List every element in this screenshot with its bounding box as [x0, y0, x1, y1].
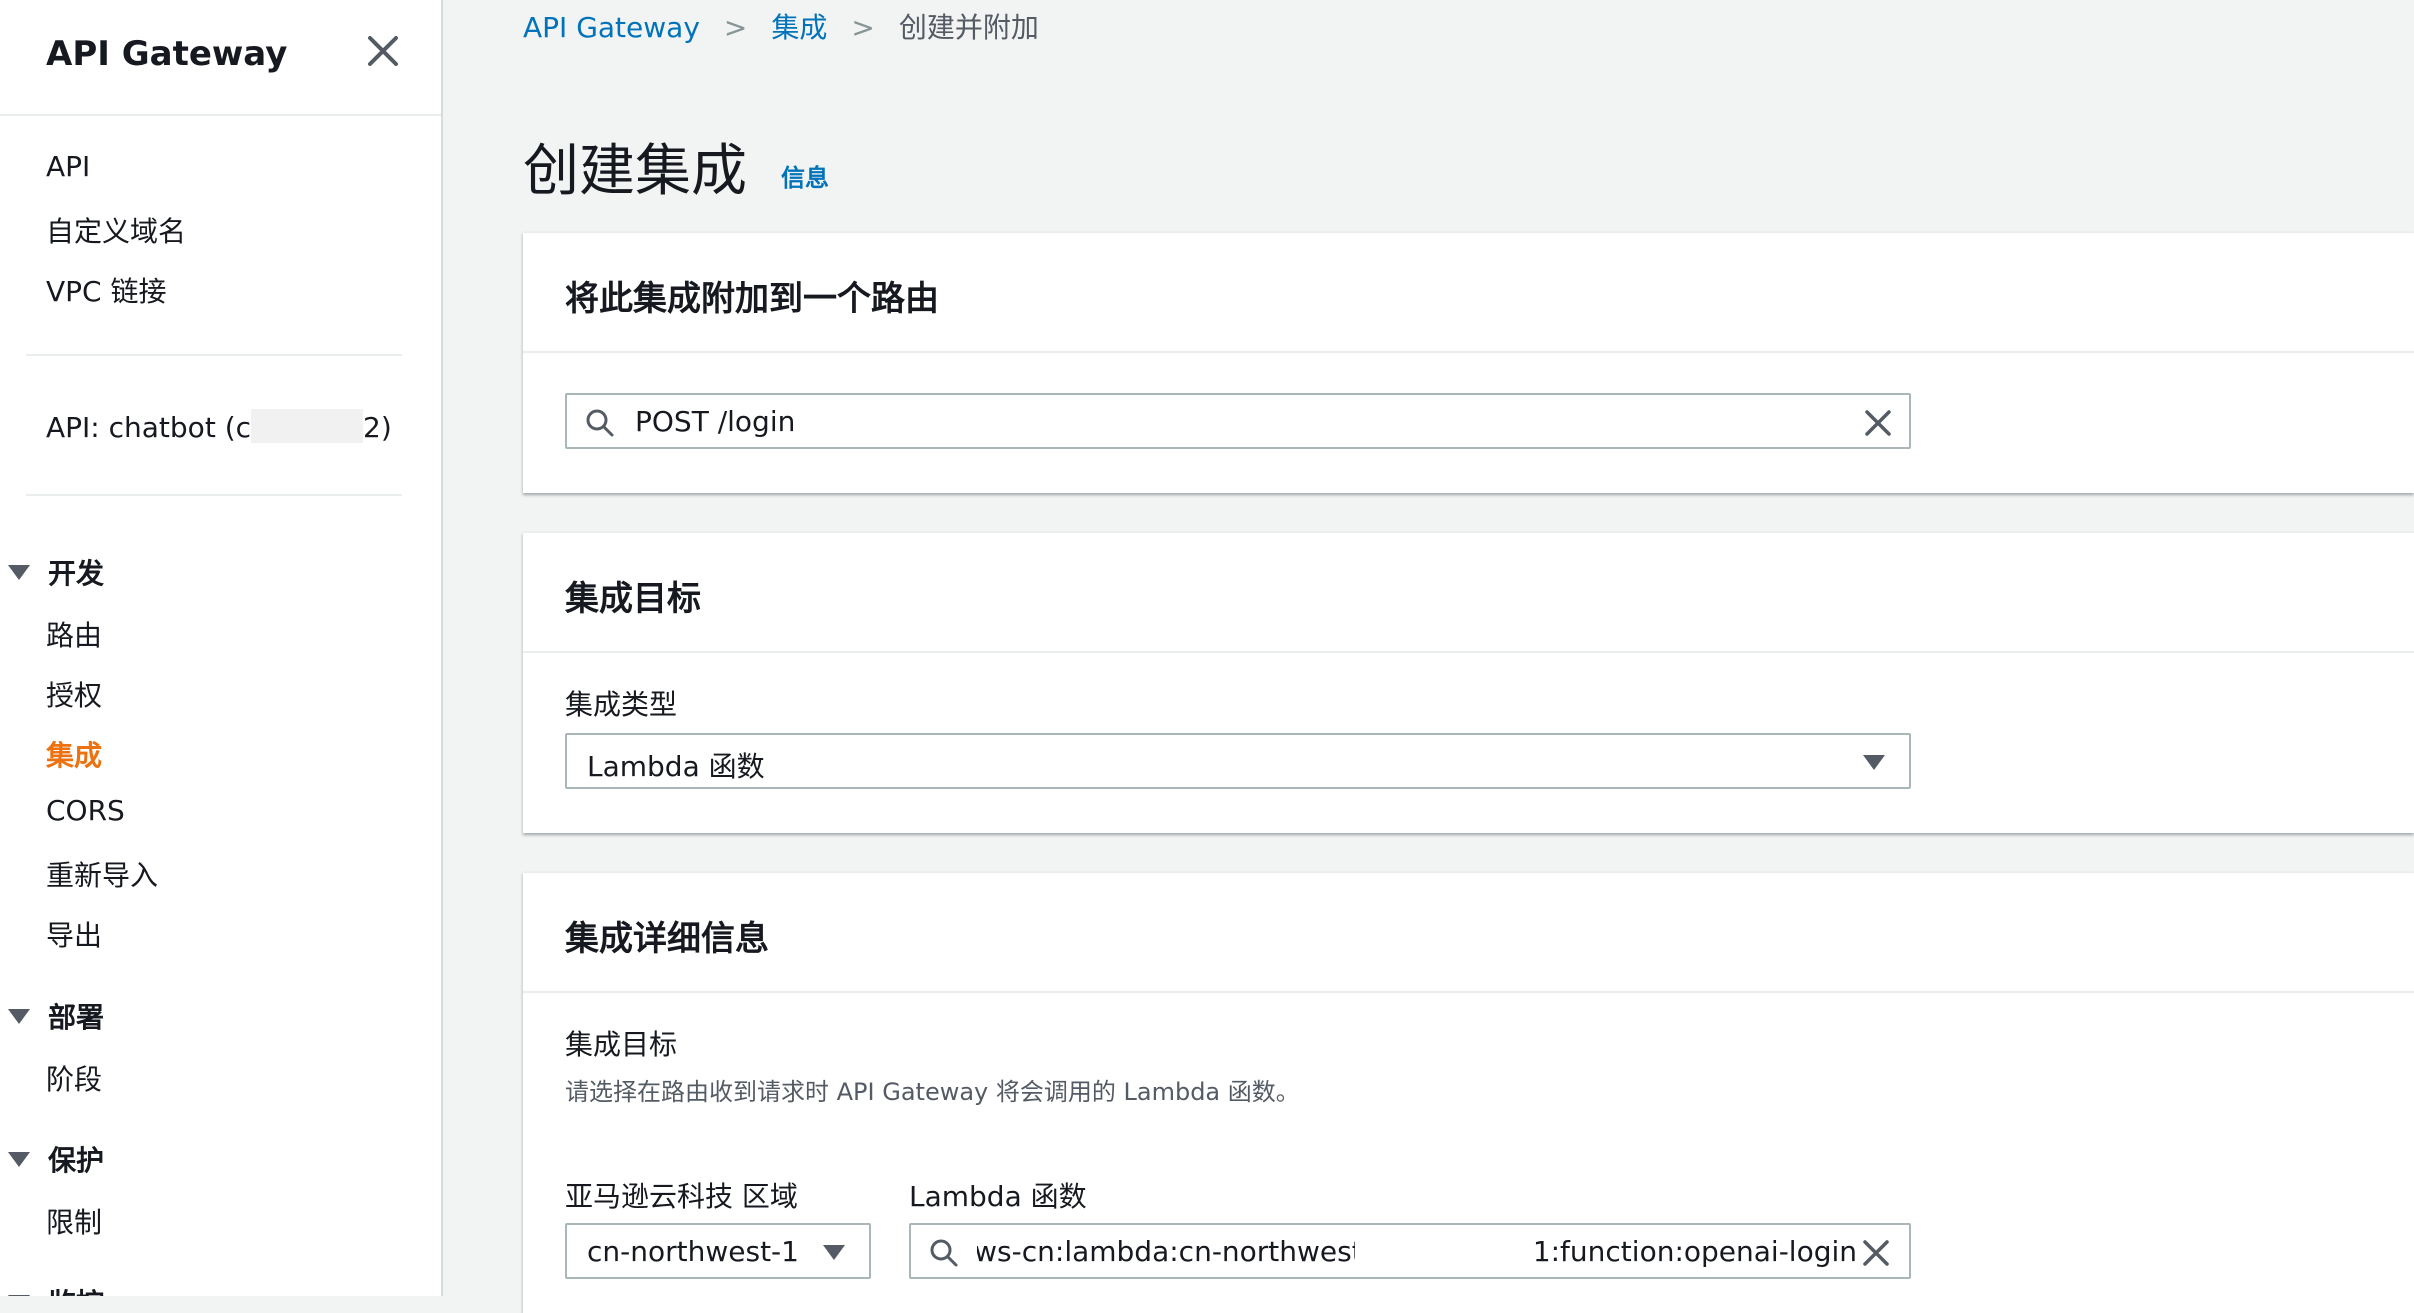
panel-title: 将此集成附加到一个路由	[565, 279, 939, 319]
api-label-suffix: 2)	[363, 411, 392, 444]
route-value: POST /login	[635, 405, 796, 438]
sidebar-title: API Gateway	[46, 34, 288, 74]
region-select[interactable]: cn-northwest-1	[565, 1223, 871, 1279]
integration-type-select[interactable]: Lambda 函数	[565, 733, 1911, 789]
panel-header: 将此集成附加到一个路由	[523, 233, 2414, 353]
breadcrumb: API Gateway > 集成 > 创建并附加	[523, 6, 1039, 46]
lambda-function-input[interactable]: aws-cn:lambda:cn-northwest-1: 1:function…	[909, 1223, 1911, 1279]
breadcrumb-integrations[interactable]: 集成	[771, 11, 827, 44]
sidebar-item-export[interactable]: 导出	[46, 914, 102, 954]
sidebar-item-throttling[interactable]: 限制	[46, 1201, 102, 1241]
redacted-block	[1355, 1229, 1555, 1273]
chevron-right-icon: >	[851, 11, 875, 44]
sidebar-item-cors[interactable]: CORS	[46, 794, 125, 827]
panel-title: 集成目标	[565, 579, 701, 619]
sidebar-section-deploy[interactable]: 部署	[8, 996, 104, 1036]
integration-target-description: 请选择在路由收到请求时 API Gateway 将会调用的 Lambda 函数。	[565, 1078, 1300, 1106]
integration-type-value: Lambda 函数	[587, 750, 765, 783]
lambda-value-viewport: aws-cn:lambda:cn-northwest-1: 1:function…	[977, 1225, 1857, 1277]
sidebar-divider	[26, 354, 402, 356]
clear-icon[interactable]	[1861, 1238, 1891, 1268]
sidebar: API Gateway API 自定义域名 VPC 链接 API: chatbo…	[0, 0, 443, 1296]
integration-target-label: 集成目标	[565, 1028, 678, 1061]
caret-down-icon	[8, 1008, 30, 1024]
info-link[interactable]: 信息	[781, 158, 829, 193]
region-value: cn-northwest-1	[587, 1235, 799, 1268]
lambda-value-suffix: 1:function:openai-login	[1532, 1235, 1857, 1268]
breadcrumb-api-gateway[interactable]: API Gateway	[523, 11, 700, 44]
search-icon	[586, 409, 614, 437]
panel-header: 集成目标	[523, 533, 2414, 653]
sidebar-item-routes[interactable]: 路由	[46, 614, 102, 654]
close-icon[interactable]	[362, 30, 404, 72]
api-label-prefix: API: chatbot (c	[46, 411, 252, 444]
breadcrumb-current: 创建并附加	[898, 11, 1039, 44]
sidebar-item-integrations[interactable]: 集成	[46, 734, 102, 774]
sidebar-section-monitor[interactable]: 监控	[8, 1282, 104, 1296]
caret-down-icon	[8, 564, 30, 580]
sidebar-item-api[interactable]: API	[46, 150, 90, 183]
lambda-function-label: Lambda 函数	[909, 1180, 1087, 1213]
sidebar-item-current-api[interactable]: API: chatbot (c 2)	[46, 409, 392, 446]
sidebar-item-vpc-link[interactable]: VPC 链接	[46, 270, 167, 310]
integration-details-panel: 集成详细信息 集成目标 请选择在路由收到请求时 API Gateway 将会调用…	[523, 872, 2414, 1313]
sidebar-item-authorization[interactable]: 授权	[46, 674, 102, 714]
region-label: 亚马逊云科技 区域	[565, 1180, 798, 1213]
page-title: 创建集成	[523, 139, 747, 204]
sidebar-header: API Gateway	[0, 0, 441, 116]
sidebar-section-protect[interactable]: 保护	[8, 1139, 104, 1179]
chevron-right-icon: >	[723, 11, 748, 44]
clear-icon[interactable]	[1863, 408, 1893, 438]
lambda-value-prefix: aws-cn:lambda:cn-northwest-1:	[977, 1235, 1401, 1268]
search-icon	[930, 1239, 958, 1267]
panel-header: 集成详细信息	[523, 873, 2414, 993]
integration-type-label: 集成类型	[565, 688, 678, 721]
sidebar-divider	[26, 494, 402, 496]
integration-target-panel: 集成目标 集成类型 Lambda 函数	[523, 532, 2414, 833]
caret-down-icon	[1863, 755, 1885, 770]
panel-title: 集成详细信息	[565, 919, 769, 959]
sidebar-item-stages[interactable]: 阶段	[46, 1058, 102, 1098]
sidebar-section-develop[interactable]: 开发	[8, 552, 104, 592]
sidebar-item-reimport[interactable]: 重新导入	[46, 854, 158, 894]
route-search-input[interactable]: POST /login	[565, 393, 1911, 449]
redacted-block	[251, 409, 364, 443]
sidebar-item-custom-domain[interactable]: 自定义域名	[46, 210, 186, 250]
caret-down-icon	[823, 1245, 845, 1260]
caret-down-icon	[8, 1151, 30, 1167]
main-content: API Gateway > 集成 > 创建并附加 创建集成 信息 将此集成附加到一个路由…	[443, 0, 2414, 1313]
route-panel: 将此集成附加到一个路由 POST /login	[523, 232, 2414, 493]
